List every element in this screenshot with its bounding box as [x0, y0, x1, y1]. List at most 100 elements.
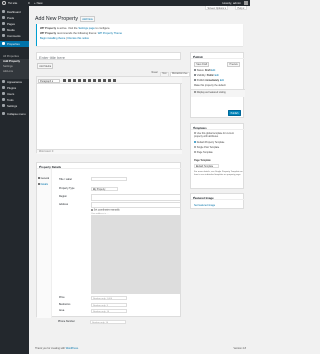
visibility-line: Visibility: Public Edit [194, 74, 219, 77]
wordpress-link[interactable]: WordPress [66, 347, 78, 350]
collapse-arrow-icon[interactable]: ▲ [193, 125, 243, 129]
numbered-list-icon[interactable] [78, 79, 81, 82]
align-left-icon[interactable] [88, 79, 91, 82]
menu-item-label: Dashboard [7, 10, 21, 15]
bold-icon[interactable] [63, 79, 66, 82]
collapse-arrow-icon[interactable]: ▲ [193, 54, 243, 58]
footer-version: Version 4.8 [233, 347, 246, 350]
default-template-option[interactable]: Default Property Template [194, 141, 224, 144]
set-featured-image-link[interactable]: Set featured image [194, 204, 215, 207]
templates-header[interactable]: Templates ▲ [191, 124, 245, 130]
collapse-arrow-icon[interactable]: ▲ [39, 164, 180, 168]
page-template-option[interactable]: Page Template [194, 151, 213, 154]
phone-placeholder: Number only: 10 [92, 321, 109, 324]
wordpress-logo-icon[interactable] [2, 1, 6, 5]
publish-header[interactable]: Publish ▲ [191, 53, 245, 59]
featured-label: Display as Featured Listing [196, 91, 226, 94]
key-icon [194, 69, 196, 72]
global-template-option[interactable]: Use this global template for current pro… [194, 132, 243, 138]
visibility-label: Visibility: [196, 74, 207, 77]
media-icon [2, 28, 5, 31]
title-field[interactable] [91, 177, 127, 181]
howdy-user[interactable]: Howdy, admin [222, 1, 241, 5]
tab-label: Details [40, 183, 48, 186]
plugin-name: WP Property [40, 32, 57, 35]
location-map[interactable] [91, 215, 181, 294]
submenu-item-add-ons[interactable]: Add-ons [0, 69, 29, 74]
area-field[interactable]: Number only: 10 [91, 309, 127, 313]
property-type-select[interactable]: My Property ▼ [91, 187, 118, 191]
tab-visual[interactable]: Visual [150, 72, 159, 75]
site-name[interactable]: Tst site [8, 1, 17, 5]
publish-button[interactable]: Publish [227, 110, 241, 117]
content-editor[interactable]: Paragraph ▾ Word count: 0 [36, 76, 182, 154]
manual-coordinates-checkbox[interactable]: Set coordinates manually [91, 209, 120, 212]
tab-general[interactable]: General [38, 177, 49, 180]
theme-link[interactable]: WP Property Theme [98, 32, 122, 35]
help-tab[interactable]: Help ▾ [235, 6, 247, 10]
bullet-list-icon[interactable] [73, 79, 76, 82]
templates-box: Templates ▲ Use this global template for … [190, 123, 245, 189]
new-content-button[interactable]: + New [34, 1, 43, 5]
pushpin-icon [2, 16, 5, 19]
menu-item-collapse-menu[interactable]: Collapse menu [0, 111, 29, 117]
title-input[interactable]: Enter title here [36, 52, 181, 60]
more-tag-icon[interactable] [108, 79, 111, 82]
menu-item-properties[interactable]: Properties [0, 41, 29, 47]
avatar[interactable] [244, 1, 248, 5]
menu-item-settings[interactable]: Settings [0, 103, 29, 109]
menu-item-label: Properties [7, 42, 20, 47]
page-template-select[interactable]: Default Template ▼ [194, 164, 219, 168]
option-label: Use this global template for current pro… [194, 132, 234, 139]
dismiss-link[interactable]: Dismiss this notice [68, 37, 89, 40]
add-new-button[interactable]: Add New [80, 16, 95, 23]
edit-schedule-link[interactable]: Edit [220, 79, 224, 82]
align-right-icon[interactable] [98, 79, 101, 82]
menu-item-comments[interactable]: Comments [0, 33, 29, 39]
default-property-line: Make this property the default [194, 84, 226, 87]
menu-item-label: Users [7, 92, 15, 97]
align-center-icon[interactable] [93, 79, 96, 82]
edit-status-link[interactable]: Edit [211, 69, 215, 72]
menu-item-label: Comments [7, 34, 21, 39]
paragraph-select[interactable]: Paragraph ▾ [38, 78, 60, 83]
tab-details[interactable]: Details [38, 183, 48, 186]
wrench-icon [2, 98, 5, 101]
phone-field[interactable]: Number only: 10 [90, 320, 126, 324]
add-media-button[interactable]: Add Media [37, 63, 54, 69]
region-field[interactable] [91, 194, 181, 201]
preview-button[interactable]: Preview [227, 62, 240, 68]
price-field[interactable]: Number only: 1,000 [91, 296, 127, 300]
save-draft-button[interactable]: Save Draft [194, 62, 210, 68]
settings-link[interactable]: Settings page [78, 27, 94, 30]
install-theme-link[interactable]: Begin installing theme [40, 37, 65, 40]
collapse-arrow-icon[interactable]: ▲ [193, 195, 243, 199]
single-post-template-option[interactable]: Single Post Template [194, 146, 219, 149]
blockquote-icon[interactable] [83, 79, 86, 82]
italic-icon[interactable] [68, 79, 71, 82]
bedrooms-label: Bedrooms [59, 303, 71, 306]
comments-count[interactable]: 0 [28, 1, 30, 5]
status-bar: Word count: 0 [37, 149, 182, 154]
toolbar-toggle-icon[interactable] [113, 79, 116, 82]
plugin-name: WP Property [40, 27, 57, 30]
option-label: Default Property Template [196, 141, 225, 144]
notice-text-end: to configure. [94, 27, 111, 30]
notice-actions: Begin installing theme | Dismiss this no… [40, 37, 89, 40]
link-icon[interactable] [103, 79, 106, 82]
featured-checkbox[interactable]: Display as Featured Listing [194, 91, 226, 94]
notice-text: recommends the following theme: [56, 32, 98, 35]
publish-box: Publish ▲ Save Draft Preview Status: Draf… [190, 52, 245, 118]
screen-options-tab[interactable]: Screen Options ▾ [205, 6, 229, 10]
property-details-header[interactable]: Property Details ▲ [37, 163, 182, 169]
menu-item-label: Collapse menu [7, 112, 26, 117]
property-details-tabs: General Details [37, 169, 52, 318]
checkbox-icon [194, 91, 196, 94]
edit-visibility-link[interactable]: Edit [215, 74, 219, 77]
title-label: Title / Label [59, 178, 72, 181]
bedrooms-field[interactable]: Number only: 3 [91, 303, 127, 307]
footer-text-end: . [78, 347, 79, 350]
featured-image-header[interactable]: Featured Image ▲ [191, 194, 245, 200]
checkbox-icon [194, 132, 196, 135]
address-field[interactable] [91, 202, 181, 208]
